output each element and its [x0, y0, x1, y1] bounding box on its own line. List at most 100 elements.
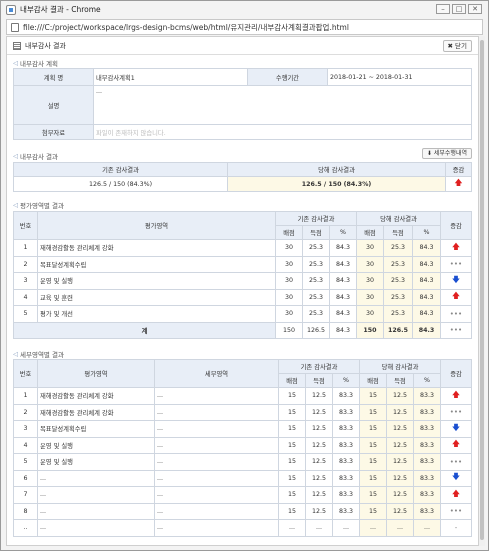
detail-history-button[interactable]: ⬇ 세부수행내역: [421, 148, 472, 159]
prev-alloc: 30: [275, 255, 303, 273]
area-curr-alloc-header: 배점: [356, 225, 384, 240]
area-prev-header: 기존 감사결과: [275, 211, 357, 226]
prev-pct: 83.3: [332, 469, 360, 487]
area-curr-header: 당해 감사결과: [356, 211, 441, 226]
curr-score: 25.3: [383, 288, 413, 306]
table-row: 2 재해경감활동 관리체계 강화... 15 12.5 83.3 15 12.5 83.3 ••…: [13, 403, 472, 421]
row-number: 7: [13, 486, 38, 504]
prev-pct: 84.3: [329, 239, 357, 257]
row-area: 목표달성계획수립: [37, 255, 276, 273]
row-number: 2: [13, 403, 38, 421]
curr-alloc: 30: [356, 239, 384, 257]
prev-result-value: 126.5 / 150 (84.3%): [13, 176, 228, 192]
detail-curr-score-header: 득점: [386, 373, 414, 388]
change-cell: 🡅: [440, 436, 472, 454]
row-area: ...: [37, 469, 155, 487]
maximize-button[interactable]: □: [452, 4, 466, 14]
no-change-icon: •••: [449, 260, 463, 269]
description-label: 설명: [13, 85, 94, 125]
change-cell: •••: [440, 403, 472, 421]
prev-pct: 83.3: [332, 436, 360, 454]
detail-table: 번호 평가영역 세부영역 기존 감사결과 당해 감사결과 증감 배점 득점 % …: [13, 359, 472, 537]
curr-score: 12.5: [386, 420, 414, 438]
row-number: 3: [13, 420, 38, 438]
area-section-title: ◁ 평가영역별 결과: [13, 201, 64, 210]
prev-pct: 83.3: [332, 453, 360, 471]
row-area: 재해경감활동 관리체계 강화: [37, 387, 155, 405]
area-prev-pct-header: %: [329, 225, 357, 240]
change-cell: 🡅: [440, 239, 472, 257]
table-row: .......................... -: [13, 519, 472, 537]
address-bar[interactable]: file:///C:/project/workspace/lrgs-design…: [6, 19, 483, 35]
curr-score: ...: [386, 519, 414, 537]
prev-pct: 83.3: [332, 387, 360, 405]
table-row: 8...... 15 12.5 83.3 15 12.5 83.3 •••: [13, 502, 472, 520]
prev-alloc: 15: [278, 387, 306, 405]
change-cell: -: [440, 519, 472, 537]
description-value: ...: [93, 85, 472, 125]
curr-score: 12.5: [386, 387, 414, 405]
prev-alloc: 15: [278, 486, 306, 504]
detail-curr-pct-header: %: [413, 373, 441, 388]
minimize-button[interactable]: –: [436, 4, 450, 14]
curr-alloc: 15: [359, 403, 387, 421]
row-area: 재해경감활동 관리체계 강화: [37, 403, 155, 421]
row-number: 1: [13, 387, 38, 405]
curr-pct: 83.3: [413, 486, 441, 504]
change-cell: 🡅: [440, 486, 472, 504]
row-sub-area: ...: [154, 387, 279, 405]
curr-score: 12.5: [386, 436, 414, 454]
prev-pct: 83.3: [332, 420, 360, 438]
scrollbar[interactable]: [479, 36, 485, 546]
detail-change-header: 증감: [440, 359, 472, 388]
curr-pct: 84.3: [412, 288, 441, 306]
arrow-up-icon: 🡅: [451, 291, 461, 301]
area-curr-pct-header: %: [412, 225, 441, 240]
detail-section-title: ◁ 세부영역별 결과: [13, 350, 64, 359]
prev-pct: 84.3: [329, 255, 357, 273]
change-cell: 🡅: [445, 176, 472, 192]
curr-alloc: 30: [356, 255, 384, 273]
row-sub-area: ...: [154, 436, 279, 454]
curr-pct: 84.3: [412, 255, 441, 273]
section-arrow-icon: ◁: [13, 350, 18, 358]
detail-prev-header: 기존 감사결과: [278, 359, 360, 374]
popup-header: 내부감사 결과 ✖ 닫기: [7, 37, 478, 55]
scrollbar-thumb[interactable]: [480, 40, 484, 540]
close-window-button[interactable]: ✕: [468, 4, 482, 14]
change-cell: •••: [440, 305, 472, 323]
prev-alloc: 15: [278, 453, 306, 471]
change-header: 증감: [445, 162, 472, 177]
curr-pct: 83.3: [413, 436, 441, 454]
section-arrow-icon: ◁: [13, 59, 18, 67]
curr-alloc: 15: [359, 453, 387, 471]
close-icon: ✖: [447, 42, 453, 50]
prev-alloc: 30: [275, 239, 303, 257]
prev-score: 25.3: [302, 305, 330, 323]
table-row: 3 목표달성계획수립... 15 12.5 83.3 15 12.5 83.3 🡇: [13, 420, 472, 438]
total-row: 계 150 126.5 84.3 150 126.5 84.3 •••: [13, 321, 472, 339]
no-change-icon: •••: [449, 507, 463, 516]
curr-score: 12.5: [386, 453, 414, 471]
curr-score: 12.5: [386, 486, 414, 504]
detail-curr-header: 당해 감사결과: [359, 359, 441, 374]
table-row: 3 운영 및 실행 30 25.3 84.3 30 25.3 84.3 🡇: [13, 272, 472, 290]
area-no-header: 번호: [13, 211, 38, 240]
prev-alloc: 30: [275, 272, 303, 290]
arrow-down-icon: 🡇: [451, 422, 461, 432]
popup-title: 내부감사 결과: [25, 41, 66, 50]
address-text: file:///C:/project/workspace/lrgs-design…: [23, 22, 349, 32]
table-row: 4 운영 및 실행... 15 12.5 83.3 15 12.5 83.3 🡅: [13, 436, 472, 454]
total-curr-score: 126.5: [383, 321, 413, 339]
detail-sub-header: 세부영역: [154, 359, 279, 388]
prev-pct: 84.3: [329, 288, 357, 306]
no-change-icon: •••: [449, 408, 463, 417]
curr-pct: 83.3: [413, 403, 441, 421]
table-row: 7...... 15 12.5 83.3 15 12.5 83.3 🡅: [13, 486, 472, 504]
empty-icon: -: [454, 523, 458, 532]
prev-score: 25.3: [302, 272, 330, 290]
row-area: ...: [37, 502, 155, 520]
row-number: 4: [13, 288, 38, 306]
prev-score: 25.3: [302, 288, 330, 306]
close-button[interactable]: ✖ 닫기: [442, 40, 472, 52]
